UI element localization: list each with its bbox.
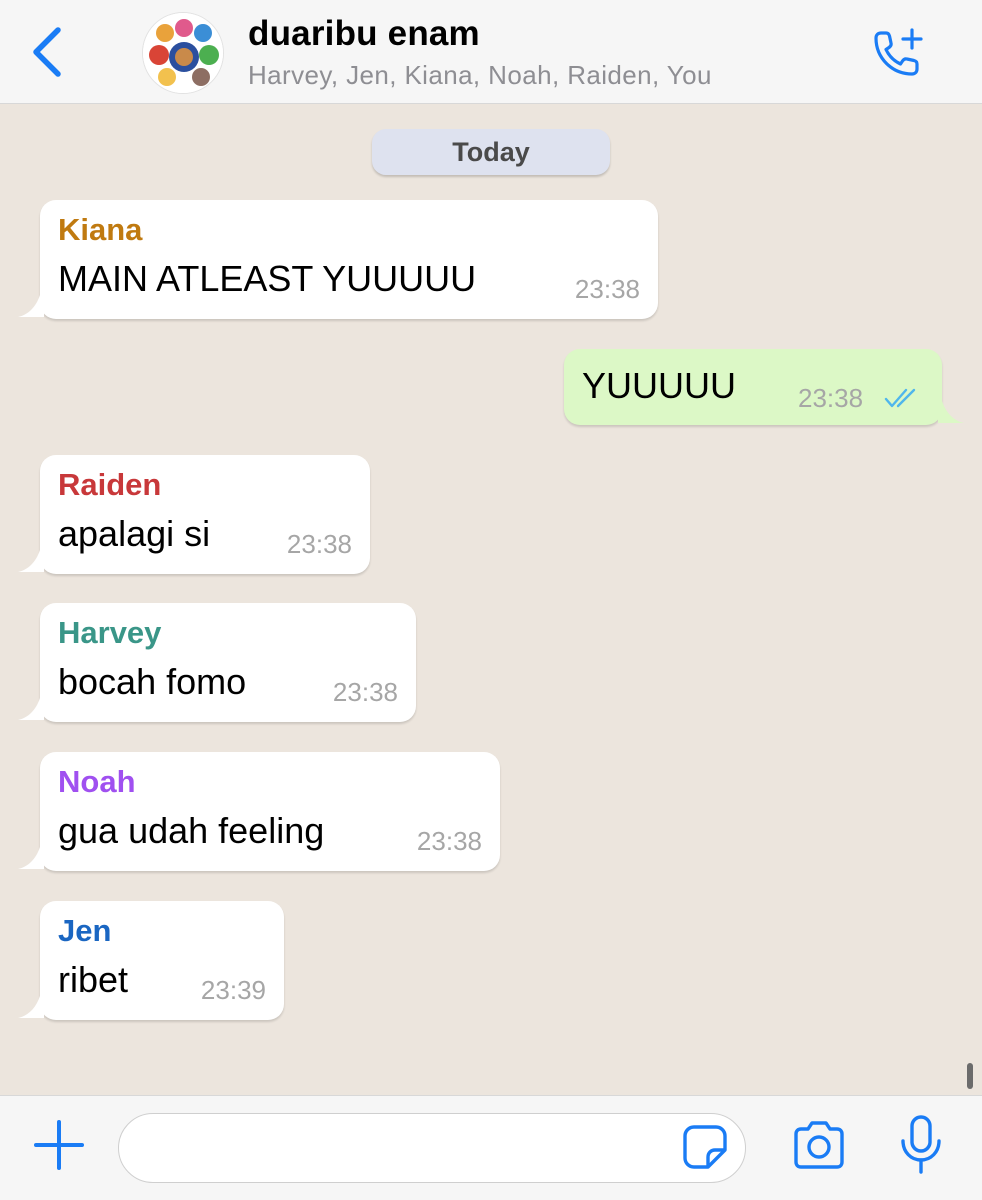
group-title[interactable]: duaribu enam [248,14,480,54]
back-button[interactable] [28,26,68,78]
bubble-tail [18,295,44,317]
group-avatar-image [143,13,223,93]
message-sender: Raiden [58,467,162,502]
sticker-icon [683,1125,727,1169]
camera-button[interactable] [790,1120,848,1172]
message-time: 23:38 [798,383,864,413]
date-separator: Today [372,129,610,175]
bubble-tail [18,996,44,1018]
message-list[interactable]: Today Kiana MAIN ATLEAST YUUUUU 23:38 YU… [0,105,982,1095]
message-text: bocah fomo [58,661,247,702]
attach-button[interactable] [32,1118,86,1172]
chevron-left-icon [33,27,61,77]
camera-icon [794,1121,844,1169]
scroll-indicator[interactable] [967,1063,973,1089]
phone-add-icon [874,28,923,76]
message-bubble-outgoing[interactable]: YUUUUU 23:38 [564,349,964,425]
group-members[interactable]: Harvey, Jen, Kiana, Noah, Raiden, You [248,60,712,91]
message-sender: Kiana [58,212,143,247]
message-time: 23:39 [200,975,266,1005]
sticker-button[interactable] [682,1124,728,1170]
message-text: YUUUUU [582,365,737,406]
message-text: apalagi si [58,513,211,554]
message-sender: Noah [58,764,136,799]
message-sender: Jen [58,913,112,948]
message-bubble-kiana[interactable]: Kiana MAIN ATLEAST YUUUUU 23:38 [18,200,658,319]
message-time: 23:38 [286,529,352,559]
message-bubble-jen[interactable]: Jen ribet 23:39 [18,901,284,1020]
message-text: gua udah feeling [58,810,325,851]
message-text: ribet [58,959,129,1000]
group-avatar[interactable] [142,12,224,94]
plus-icon [34,1120,84,1170]
message-input[interactable] [118,1113,746,1183]
message-sender: Harvey [58,615,162,650]
add-call-button[interactable] [868,26,928,82]
chat-header: duaribu enam Harvey, Jen, Kiana, Noah, R… [0,0,982,104]
bubble-tail [18,847,44,869]
microphone-icon [901,1115,941,1174]
message-bubble-harvey[interactable]: Harvey bocah fomo 23:38 [18,603,416,722]
message-bubble-noah[interactable]: Noah gua udah feeling 23:38 [18,752,500,871]
message-time: 23:38 [416,826,482,856]
bubble-tail [18,550,44,572]
message-text: MAIN ATLEAST YUUUUU [58,258,477,299]
message-time: 23:38 [332,677,398,707]
compose-bar [0,1095,982,1200]
bubble-tail [18,698,44,720]
voice-message-button[interactable] [898,1114,944,1176]
message-time: 23:38 [574,274,640,304]
read-receipt-icon [884,388,916,408]
message-bubble-raiden[interactable]: Raiden apalagi si 23:38 [18,455,370,574]
bubble-tail [938,401,964,423]
